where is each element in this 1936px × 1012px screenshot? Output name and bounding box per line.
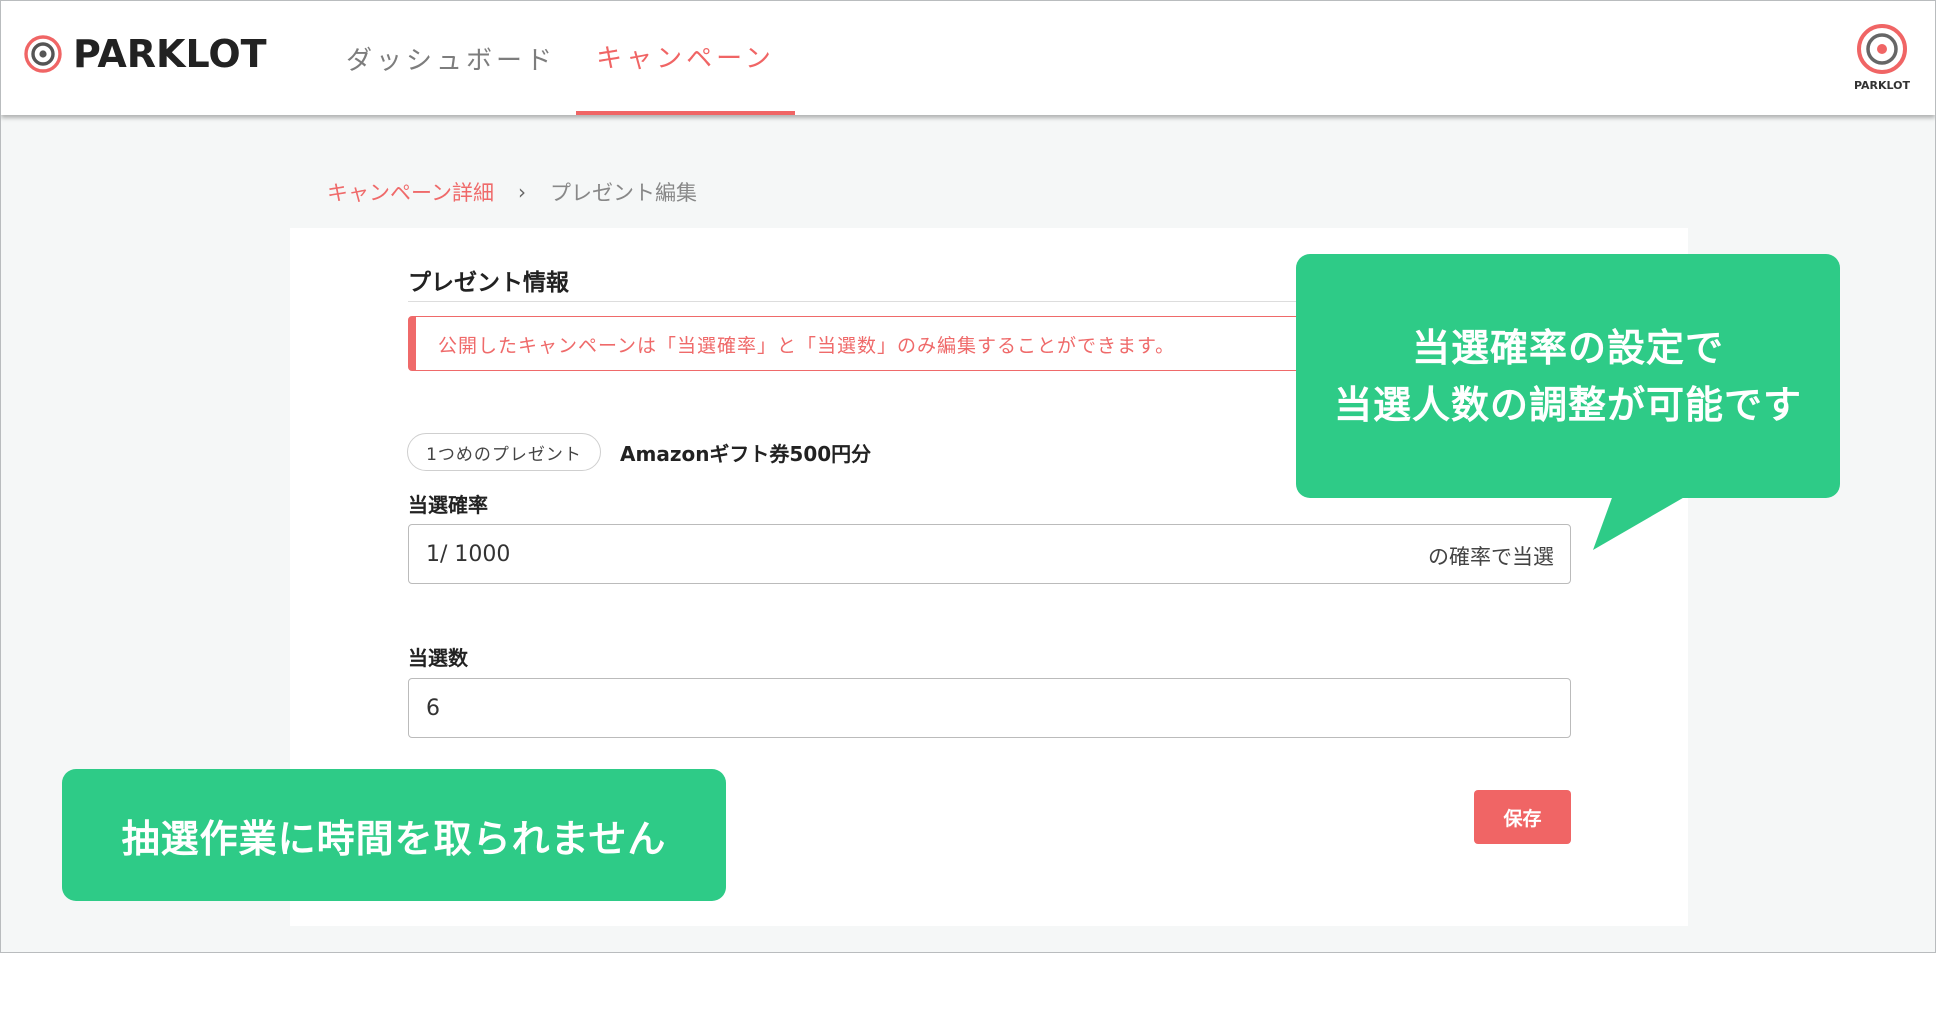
chevron-right-icon: › (517, 180, 526, 204)
probability-input[interactable]: 1/ 1000 の確率で当選 (408, 524, 1571, 584)
callout-probability-line-2: 当選人数の調整が可能です (1333, 383, 1802, 427)
breadcrumb-present-edit: プレゼント編集 (549, 181, 697, 205)
app-frame: PARKLOT ダッシュボード キャンペーン PARKLOT キャンペーン詳細 … (0, 0, 1936, 953)
logo[interactable]: PARKLOT (23, 32, 267, 76)
alert-text: 公開したキャンペーンは「当選確率」と「当選数」のみ編集することができます。 (438, 335, 1176, 357)
callout-lottery: 抽選作業に時間を取られません (62, 769, 726, 901)
tab-dashboard[interactable]: ダッシュボード (331, 1, 571, 115)
breadcrumb-campaign-detail[interactable]: キャンペーン詳細 (327, 177, 494, 207)
logo-text: PARKLOT (73, 32, 267, 76)
avatar-label: PARKLOT (1853, 79, 1911, 92)
breadcrumb: キャンペーン詳細 › プレゼント編集 (327, 177, 697, 207)
account-avatar[interactable]: PARKLOT (1853, 23, 1911, 93)
callout-tail (1593, 495, 1688, 550)
tab-campaign[interactable]: キャンペーン (576, 1, 795, 115)
top-header: PARKLOT ダッシュボード キャンペーン PARKLOT (1, 1, 1935, 115)
probability-value[interactable]: 1/ 1000 (426, 542, 510, 567)
callout-probability: 当選確率の設定で 当選人数の調整が可能です (1296, 254, 1840, 498)
logo-target-icon (24, 35, 62, 73)
avatar-target-icon (1857, 24, 1907, 74)
section-title: プレゼント情報 (408, 270, 569, 296)
winner-count-label: 当選数 (408, 646, 468, 670)
present-index-chip: 1つめのプレゼント (407, 433, 601, 471)
save-button[interactable]: 保存 (1474, 790, 1571, 844)
winner-count-input[interactable]: 6 (408, 678, 1571, 738)
winner-count-value[interactable]: 6 (426, 696, 440, 721)
present-name: Amazonギフト券500円分 (620, 442, 872, 466)
probability-label: 当選確率 (408, 493, 488, 517)
callout-probability-line-1: 当選確率の設定で (1411, 326, 1724, 370)
probability-suffix: の確率で当選 (1428, 545, 1554, 569)
